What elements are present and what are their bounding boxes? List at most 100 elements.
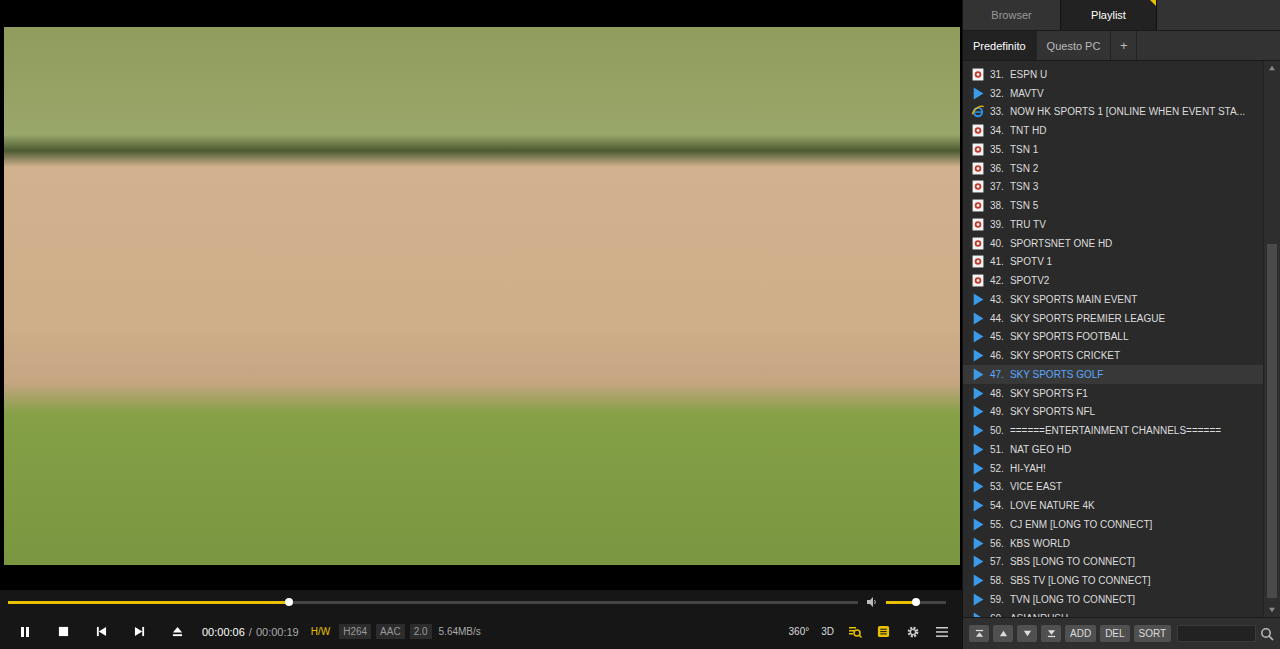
scroll-thumb[interactable]	[1267, 244, 1277, 598]
codec-badge[interactable]: 2.0	[410, 624, 432, 639]
playlist-item[interactable]: 52. HI-YAH!	[963, 459, 1263, 478]
item-title: SKY SPORTS F1	[1010, 388, 1088, 399]
playlist-item[interactable]: 37. TSN 3	[963, 178, 1263, 197]
video-frame[interactable]	[4, 27, 960, 565]
playlist-item[interactable]: 45. SKY SPORTS FOOTBALL	[963, 328, 1263, 347]
playlist-item[interactable]: 49. SKY SPORTS NFL	[963, 403, 1263, 422]
playlist-toggle-button[interactable]	[869, 617, 898, 647]
playlist-item[interactable]: 35. TSN 1	[963, 140, 1263, 159]
playlist-action-button[interactable]: DEL	[1100, 625, 1129, 642]
menu-button[interactable]	[927, 617, 956, 647]
previous-button[interactable]	[82, 617, 120, 647]
playlist-item[interactable]: 48. SKY SPORTS F1	[963, 384, 1263, 403]
item-number: 56.	[990, 538, 1004, 549]
move-top-button[interactable]	[969, 625, 989, 642]
scroll-down-icon[interactable]	[1268, 607, 1276, 613]
stop-button[interactable]	[44, 617, 82, 647]
playlist-item[interactable]: 47. SKY SPORTS GOLF	[963, 365, 1263, 384]
subtitle-search-button[interactable]	[840, 617, 869, 647]
view-mode-button[interactable]: 360°	[783, 622, 816, 641]
playlist-tabs: PredefinitoQuesto PC +	[963, 31, 1280, 61]
playlist-item[interactable]: 50. ======ENTERTAINMENT CHANNELS======	[963, 421, 1263, 440]
next-button[interactable]	[120, 617, 158, 647]
playlist-item[interactable]: 31. ESPN U	[963, 65, 1263, 84]
playlist-item[interactable]: 51. NAT GEO HD	[963, 440, 1263, 459]
playlist-item[interactable]: 34. TNT HD	[963, 121, 1263, 140]
stream-play-icon	[971, 87, 985, 100]
playlist-item[interactable]: 53. VICE EAST	[963, 478, 1263, 497]
item-title: SKY SPORTS FOOTBALL	[1010, 331, 1129, 342]
seek-bar[interactable]	[8, 601, 858, 604]
magnifier-icon[interactable]	[1260, 627, 1274, 641]
move-down-button[interactable]	[1017, 625, 1037, 642]
playlist-item[interactable]: 41. SPOTV 1	[963, 253, 1263, 272]
playlist-item[interactable]: 36. TSN 2	[963, 159, 1263, 178]
stream-play-icon	[971, 480, 985, 493]
panel-tab[interactable]: Playlist	[1060, 0, 1157, 30]
speaker-icon[interactable]	[866, 596, 878, 608]
item-number: 53.	[990, 481, 1004, 492]
search-input[interactable]	[1177, 625, 1256, 642]
playlist-item[interactable]: 44. SKY SPORTS PREMIER LEAGUE	[963, 309, 1263, 328]
playlist-item[interactable]: 55. CJ ENM [LONG TO CONNECT]	[963, 515, 1263, 534]
item-number: 50.	[990, 425, 1004, 436]
playlist-tab[interactable]: Predefinito	[963, 31, 1037, 60]
search-field[interactable]	[1177, 625, 1274, 642]
control-bar: 00:00:06 / 00:00:19 H/WH264AAC2.0 5.64MB…	[0, 614, 962, 649]
move-bottom-button[interactable]	[1041, 625, 1061, 642]
stream-play-icon	[971, 462, 985, 475]
item-title: TRU TV	[1010, 219, 1046, 230]
volume-slider[interactable]	[886, 601, 946, 604]
move-top-icon	[975, 629, 984, 638]
playlist-item[interactable]: 60. ASIANRUSH	[963, 609, 1263, 617]
item-number: 54.	[990, 500, 1004, 511]
item-title: TSN 3	[1010, 181, 1038, 192]
stream-play-icon	[971, 387, 985, 400]
volume-thumb[interactable]	[912, 598, 920, 606]
move-bottom-icon	[1047, 629, 1056, 638]
playlist-item[interactable]: 38. TSN 5	[963, 196, 1263, 215]
stream-play-icon	[971, 443, 985, 456]
scroll-track[interactable]	[1264, 75, 1280, 603]
playlist-panel: BrowserPlaylist PredefinitoQuesto PC + 3…	[962, 0, 1280, 649]
playlist-action-button[interactable]: ADD	[1065, 625, 1096, 642]
item-title: SBS TV [LONG TO CONNECT]	[1010, 575, 1151, 586]
playlist-item[interactable]: 59. TVN [LONG TO CONNECT]	[963, 590, 1263, 609]
play-pause-button[interactable]	[6, 617, 44, 647]
hamburger-icon	[935, 625, 949, 639]
codec-badge[interactable]: H264	[339, 624, 371, 639]
view-mode-button[interactable]: 3D	[815, 622, 840, 641]
item-title: SBS [LONG TO CONNECT]	[1010, 556, 1135, 567]
eject-button[interactable]	[158, 617, 196, 647]
playlist-action-button[interactable]: SORT	[1134, 625, 1172, 642]
playlist-item[interactable]: 32. MAVTV	[963, 84, 1263, 103]
media-file-icon	[971, 218, 985, 231]
playlist-item[interactable]: 42. SPOTV2	[963, 271, 1263, 290]
scrollbar[interactable]	[1263, 61, 1280, 617]
item-title: VICE EAST	[1010, 481, 1062, 492]
playlist-item[interactable]: 57. SBS [LONG TO CONNECT]	[963, 553, 1263, 572]
playlist-item[interactable]: 39. TRU TV	[963, 215, 1263, 234]
playlist-item[interactable]: 40. SPORTSNET ONE HD	[963, 234, 1263, 253]
playlist-item[interactable]: 54. LOVE NATURE 4K	[963, 496, 1263, 515]
playlist-item[interactable]: 43. SKY SPORTS MAIN EVENT	[963, 290, 1263, 309]
codec-badge[interactable]: AAC	[376, 624, 405, 639]
scroll-up-icon[interactable]	[1268, 65, 1276, 71]
eject-icon	[172, 626, 183, 637]
playlist-item[interactable]: 33. NOW HK SPORTS 1 [ONLINE WHEN EVENT S…	[963, 103, 1263, 122]
codec-badge[interactable]: H/W	[307, 624, 334, 639]
seek-thumb[interactable]	[285, 598, 293, 606]
playlist-tab[interactable]: Questo PC	[1037, 31, 1112, 60]
playlist-item[interactable]: 46. SKY SPORTS CRICKET	[963, 346, 1263, 365]
move-up-button[interactable]	[993, 625, 1013, 642]
stream-play-icon	[971, 368, 985, 381]
item-title: ESPN U	[1010, 69, 1047, 80]
media-file-icon	[971, 274, 985, 287]
playlist-item[interactable]: 58. SBS TV [LONG TO CONNECT]	[963, 571, 1263, 590]
add-playlist-tab-button[interactable]: +	[1111, 31, 1137, 60]
playlist-item[interactable]: 56. KBS WORLD	[963, 534, 1263, 553]
subtitle-search-icon	[848, 625, 862, 639]
settings-button[interactable]	[898, 617, 927, 647]
panel-tab[interactable]: Browser	[963, 0, 1060, 30]
item-title: SPOTV 1	[1010, 256, 1052, 267]
